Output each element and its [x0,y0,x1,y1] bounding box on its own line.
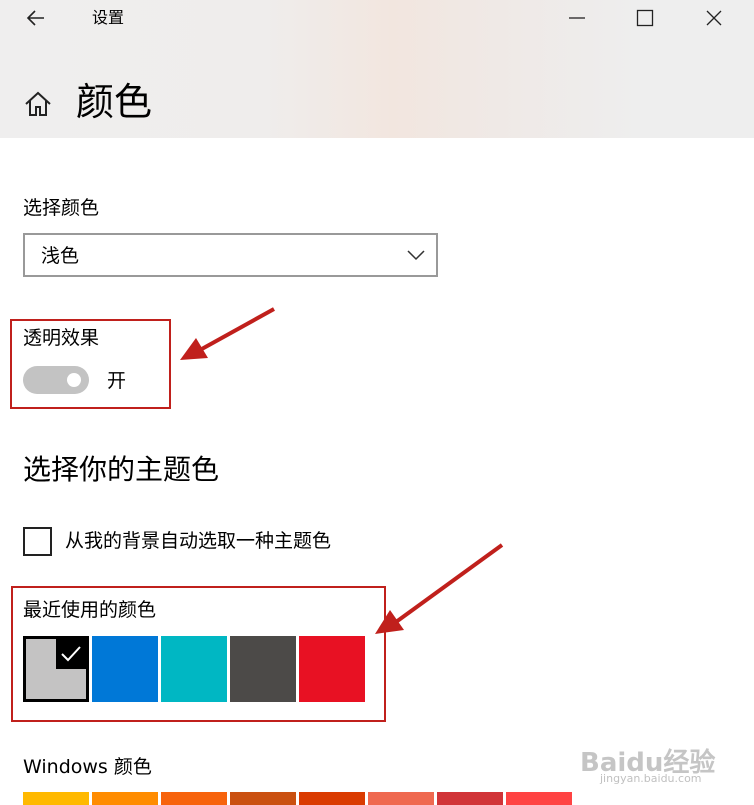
auto-accent-label[interactable]: 从我的背景自动选取一种主题色 [65,529,331,553]
windows-color-swatch[interactable] [230,792,296,805]
recent-color-swatch[interactable] [230,636,296,702]
accent-section-title: 选择你的主题色 [23,453,220,486]
windows-color-swatch[interactable] [161,792,227,805]
choose-color-label: 选择颜色 [23,197,100,219]
windows-color-swatch[interactable] [437,792,503,805]
watermark-url: jingyan.baidu.com [600,772,702,785]
transparency-state-text: 开 [107,370,127,392]
windows-color-swatch[interactable] [368,792,434,805]
home-icon [25,91,51,116]
windows-color-swatch[interactable] [506,792,572,805]
windows-color-swatch[interactable] [299,792,365,805]
recent-color-swatch[interactable] [23,636,89,702]
dropdown-selected-value: 浅色 [41,245,80,267]
windows-colors-label: Windows 颜色 [23,756,152,778]
windows-color-swatch[interactable] [23,792,89,805]
recent-colors-label: 最近使用的颜色 [23,599,157,621]
page-title: 颜色 [76,80,153,124]
recent-colors-arrow [375,543,504,634]
minimize-button[interactable] [565,6,589,30]
recent-color-swatch[interactable] [161,636,227,702]
maximize-icon [636,9,654,27]
selected-check-corner [56,639,86,669]
recent-color-swatch[interactable] [92,636,158,702]
back-button[interactable] [24,6,48,30]
recent-color-swatch[interactable] [299,636,365,702]
maximize-button[interactable] [633,6,657,30]
windows-color-swatch[interactable] [92,792,158,805]
transparency-arrow [180,307,275,360]
toggle-knob [67,373,81,387]
checkmark-icon [61,646,81,662]
auto-accent-checkbox[interactable] [23,527,52,556]
minimize-icon [569,17,585,19]
choose-color-dropdown[interactable]: 浅色 [23,233,438,277]
arrow-left-icon [26,10,44,26]
transparency-label: 透明效果 [23,327,100,349]
home-button[interactable] [22,88,54,120]
window-title: 设置 [92,8,125,27]
transparency-toggle[interactable] [23,366,89,394]
chevron-down-icon [407,250,425,261]
close-icon [706,10,722,26]
close-button[interactable] [702,6,726,30]
